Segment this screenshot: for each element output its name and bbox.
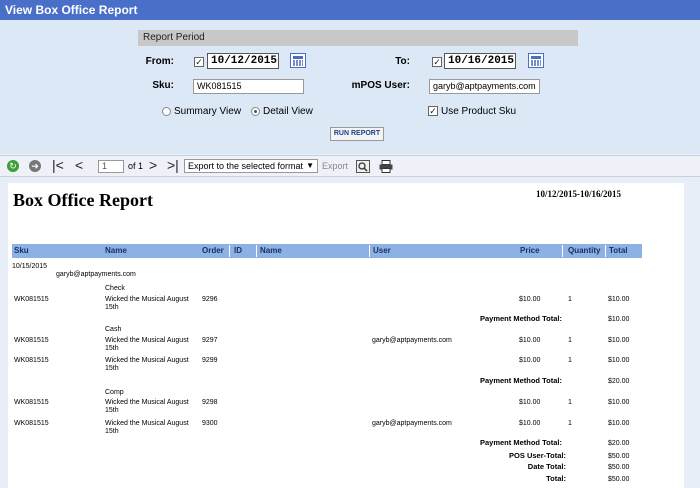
from-checkbox[interactable]: ✓ <box>194 57 204 67</box>
row-sku: WK081515 <box>14 420 49 427</box>
next-page-icon[interactable]: > <box>149 158 157 172</box>
col-total: Total <box>609 246 628 255</box>
row-order: 9296 <box>202 296 218 303</box>
col-quantity: Quantity <box>568 246 601 255</box>
row-name-cont: 15th <box>105 304 119 311</box>
back-icon[interactable]: ➜ <box>29 160 41 172</box>
run-report-button[interactable]: RUN REPORT <box>330 127 384 141</box>
payment-method-total-label: Payment Method Total: <box>480 438 562 447</box>
row-price: $10.00 <box>519 420 541 427</box>
date-group: 10/15/2015 <box>12 263 48 270</box>
row-price: $10.00 <box>519 337 541 344</box>
row-price: $10.00 <box>519 399 541 406</box>
summary-view-label: Summary View <box>174 106 242 117</box>
row-sku: WK081515 <box>14 337 49 344</box>
use-product-sku-checkbox[interactable]: ✓ <box>428 106 438 116</box>
row-qty: 1 <box>568 399 572 406</box>
payment-method-comp: Comp <box>105 389 124 396</box>
page-count: of 1 <box>128 161 144 171</box>
detail-view-radio[interactable] <box>251 107 260 116</box>
to-checkbox[interactable]: ✓ <box>432 57 442 67</box>
row-qty: 1 <box>568 357 572 364</box>
user-group: garyb@aptpayments.com <box>56 271 136 278</box>
col-order: Order <box>202 246 224 255</box>
payment-method-total-label: Payment Method Total: <box>480 314 562 323</box>
to-date-input[interactable]: 10/16/2015 <box>444 53 516 69</box>
row-order: 9299 <box>202 357 218 364</box>
col-id: ID <box>234 246 242 255</box>
report-date-range: 10/12/2015-10/16/2015 <box>536 189 621 199</box>
row-name-cont: 15th <box>105 345 119 352</box>
print-icon[interactable] <box>379 160 393 173</box>
row-total: $10.00 <box>608 296 630 303</box>
sku-label: Sku: <box>152 80 174 91</box>
report-toolbar: ↻ ➜ |< < 1 of 1 > >| Export to the selec… <box>0 155 700 177</box>
col-sku: Sku <box>14 246 29 255</box>
col-user: User <box>373 246 391 255</box>
row-price: $10.00 <box>519 357 541 364</box>
export-format-select[interactable]: Export to the selected format ▼ <box>184 159 318 173</box>
calendar-icon[interactable] <box>290 53 306 68</box>
report-viewer: Box Office Report 10/12/2015-10/16/2015 … <box>8 183 684 488</box>
refresh-icon[interactable]: ↻ <box>7 160 19 172</box>
summary-view-radio[interactable] <box>162 107 171 116</box>
chevron-down-icon: ▼ <box>306 161 314 170</box>
row-sku: WK081515 <box>14 399 49 406</box>
report-title: Box Office Report <box>13 190 153 210</box>
row-name-cont: 15th <box>105 428 119 435</box>
payment-method-check: Check <box>105 285 125 292</box>
row-total: $10.00 <box>608 399 630 406</box>
row-name-cont: 15th <box>105 407 119 414</box>
row-sku: WK081515 <box>14 296 49 303</box>
first-page-icon[interactable]: |< <box>52 158 64 172</box>
payment-method-total: $10.00 <box>608 316 630 323</box>
col-name: Name <box>105 246 127 255</box>
row-price: $10.00 <box>519 296 541 303</box>
report-period-header: Report Period <box>138 30 578 46</box>
mpos-user-label: mPOS User: <box>351 80 410 91</box>
last-page-icon[interactable]: >| <box>167 158 179 172</box>
date-total: $50.00 <box>608 464 630 471</box>
search-icon[interactable] <box>356 160 370 173</box>
date-total-label: Date Total: <box>527 462 566 471</box>
use-product-sku-label: Use Product Sku <box>441 106 517 117</box>
col-price: Price <box>520 246 540 255</box>
export-format-value: Export to the selected format <box>188 161 304 171</box>
prev-page-icon[interactable]: < <box>75 158 83 172</box>
row-name-cont: 15th <box>105 365 119 372</box>
report-parameters: Report Period From: ✓ 10/12/2015 To: ✓ 1… <box>0 20 700 154</box>
sku-input[interactable]: WK081515 <box>193 79 304 94</box>
grand-total-label: Total: <box>546 474 566 483</box>
col-event-name: Name <box>260 246 282 255</box>
row-order: 9300 <box>202 420 218 427</box>
row-qty: 1 <box>568 296 572 303</box>
export-link[interactable]: Export <box>322 161 348 171</box>
row-qty: 1 <box>568 337 572 344</box>
calendar-icon[interactable] <box>528 53 544 68</box>
row-sku: WK081515 <box>14 357 49 364</box>
payment-method-total: $20.00 <box>608 440 630 447</box>
report-table-header: Sku Name Order ID Name User Price Quanti… <box>12 244 642 258</box>
row-qty: 1 <box>568 420 572 427</box>
to-label: To: <box>395 56 410 67</box>
row-total: $10.00 <box>608 420 630 427</box>
mpos-user-input[interactable]: garyb@aptpayments.com <box>429 79 540 94</box>
window-title: View Box Office Report <box>0 0 700 20</box>
row-total: $10.00 <box>608 357 630 364</box>
grand-total: $50.00 <box>608 476 630 483</box>
payment-method-total-label: Payment Method Total: <box>480 376 562 385</box>
payment-method-cash: Cash <box>105 326 122 333</box>
payment-method-total: $20.00 <box>608 378 630 385</box>
row-user: garyb@aptpayments.com <box>372 337 452 344</box>
from-date-input[interactable]: 10/12/2015 <box>207 53 279 69</box>
from-label: From: <box>145 56 174 67</box>
pos-user-total: $50.00 <box>608 453 630 460</box>
detail-view-label: Detail View <box>263 106 313 117</box>
page-number-input[interactable]: 1 <box>98 160 124 173</box>
row-total: $10.00 <box>608 337 630 344</box>
pos-user-total-label: POS User-Total: <box>509 451 566 460</box>
row-user: garyb@aptpayments.com <box>372 420 452 427</box>
row-order: 9297 <box>202 337 218 344</box>
row-order: 9298 <box>202 399 218 406</box>
